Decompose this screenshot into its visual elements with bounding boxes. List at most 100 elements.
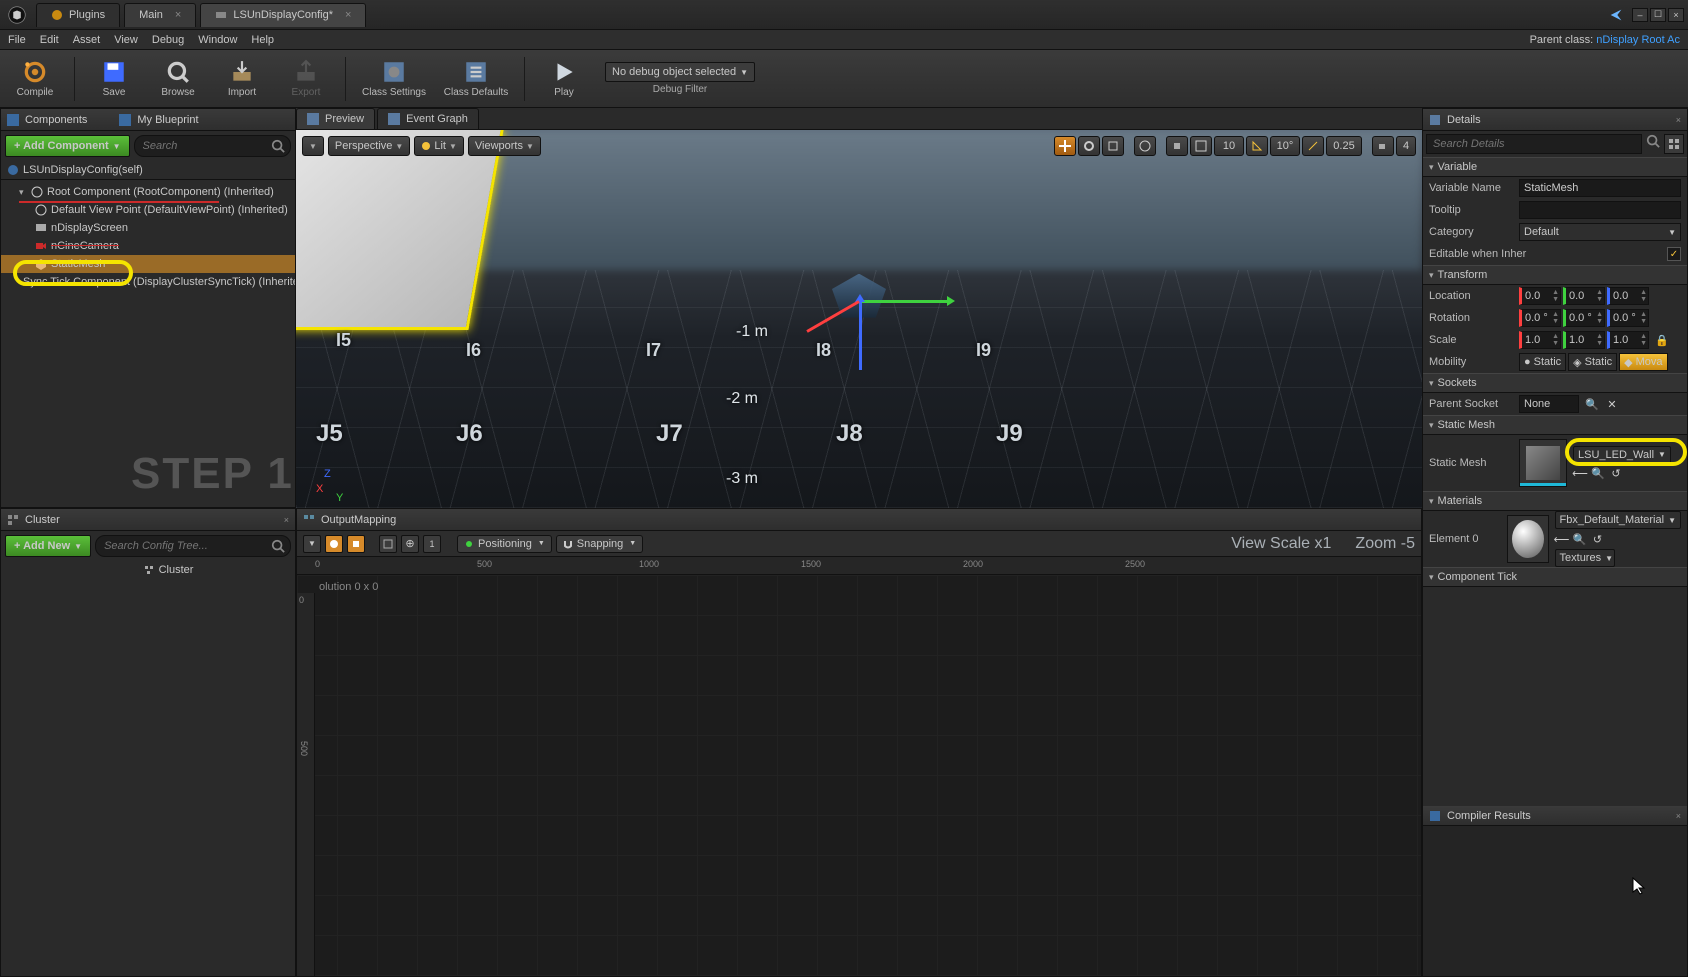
import-button[interactable]: Import	[211, 52, 273, 106]
material-asset-combo[interactable]: Fbx_Default_Material ▼	[1555, 511, 1681, 529]
menu-edit[interactable]: Edit	[40, 34, 59, 46]
preview-viewport[interactable]: I5 I6 I7 I8 I9 J5 J6 J7 J8 J9 -1 m -2 m …	[296, 130, 1422, 508]
tooltip-input[interactable]	[1519, 201, 1681, 219]
add-component-button[interactable]: + Add Component ▼	[5, 135, 130, 157]
play-button[interactable]: Play	[533, 52, 595, 106]
gizmo-z-axis[interactable]	[859, 300, 862, 370]
components-search-input[interactable]	[134, 135, 291, 157]
menu-debug[interactable]: Debug	[152, 34, 184, 46]
minimize-button[interactable]: –	[1632, 8, 1648, 22]
tree-row-root-component[interactable]: ▾ Root Component (RootComponent) (Inheri…	[1, 183, 295, 201]
parent-socket-combo[interactable]: None	[1519, 395, 1579, 413]
grid-snap-value[interactable]: 10	[1214, 136, 1244, 156]
maximize-button[interactable]: ☐	[1650, 8, 1666, 22]
menu-help[interactable]: Help	[251, 34, 274, 46]
category-transform[interactable]: ▾Transform	[1423, 265, 1687, 285]
om-grid-button[interactable]	[379, 535, 397, 553]
search-icon[interactable]: 🔍	[1585, 397, 1599, 411]
textures-combo[interactable]: Textures▼	[1555, 549, 1615, 567]
parent-class-link[interactable]: nDisplay Root Ac	[1596, 34, 1680, 46]
browse-icon[interactable]: 🔍	[1573, 532, 1587, 546]
static-mesh-asset-combo[interactable]: LSU_LED_Wall ▼	[1573, 446, 1671, 464]
doc-tab-plugins[interactable]: Plugins	[36, 3, 120, 27]
tree-row-default-viewpoint[interactable]: Default View Point (DefaultViewPoint) (I…	[1, 201, 295, 219]
tree-row-ndisplayscreen[interactable]: nDisplayScreen	[1, 219, 295, 237]
mobility-movable[interactable]: ◆Mova	[1619, 353, 1667, 371]
category-component-tick[interactable]: ▾Component Tick	[1423, 567, 1687, 587]
location-z-input[interactable]: 0.0▲▼	[1607, 287, 1649, 305]
variable-name-input[interactable]	[1519, 179, 1681, 197]
clear-icon[interactable]: ✕	[1605, 397, 1619, 411]
gizmo-x-axis[interactable]	[859, 300, 949, 303]
menu-file[interactable]: File	[8, 34, 26, 46]
scale-y-input[interactable]: 1.0▲▼	[1563, 331, 1605, 349]
om-tool1-button[interactable]	[325, 535, 343, 553]
event-graph-tab[interactable]: Event Graph	[377, 108, 479, 129]
scale-z-input[interactable]: 1.0▲▼	[1607, 331, 1649, 349]
camera-speed-button[interactable]	[1372, 136, 1394, 156]
rotation-y-input[interactable]: 0.0 °▲▼	[1563, 309, 1605, 327]
doc-tab-config[interactable]: LSUnDisplayConfig* ×	[200, 3, 366, 27]
angle-snap-value[interactable]: 10°	[1270, 136, 1300, 156]
details-search-input[interactable]	[1426, 134, 1642, 154]
close-icon[interactable]: ×	[1676, 115, 1681, 125]
rotate-mode-button[interactable]	[1078, 136, 1100, 156]
my-blueprint-tab[interactable]: My Blueprint	[137, 114, 198, 126]
local-world-button[interactable]	[1134, 136, 1156, 156]
snapping-combo[interactable]: Snapping▼	[556, 535, 643, 553]
category-materials[interactable]: ▾Materials	[1423, 491, 1687, 511]
close-icon[interactable]: ×	[175, 9, 181, 21]
close-icon[interactable]: ×	[1676, 811, 1681, 821]
surface-snap-button[interactable]	[1166, 136, 1188, 156]
angle-snap-button[interactable]	[1246, 136, 1268, 156]
scale-x-input[interactable]: 1.0▲▼	[1519, 331, 1561, 349]
translate-gizmo[interactable]	[859, 300, 861, 302]
mobility-static1[interactable]: ●Static	[1519, 353, 1566, 371]
browse-button[interactable]: Browse	[147, 52, 209, 106]
use-selected-icon[interactable]: ⟵	[1555, 532, 1569, 546]
translate-mode-button[interactable]	[1054, 136, 1076, 156]
category-sockets[interactable]: ▾Sockets	[1423, 373, 1687, 393]
lit-combo[interactable]: Lit▼	[414, 136, 464, 156]
positioning-combo[interactable]: Positioning▼	[457, 535, 552, 553]
viewports-combo[interactable]: Viewports▼	[468, 136, 541, 156]
reset-icon[interactable]: ↺	[1591, 532, 1605, 546]
tree-row-staticmesh[interactable]: StaticMesh	[1, 255, 295, 273]
preview-tab[interactable]: Preview	[296, 108, 375, 129]
om-zoomfit-button[interactable]: ⊕	[401, 535, 419, 553]
editable-checkbox[interactable]: ✓	[1667, 247, 1681, 261]
om-tool2-button[interactable]	[347, 535, 365, 553]
tree-row-ncinecamera[interactable]: nCineCamera	[1, 237, 295, 255]
send-to-icon[interactable]	[1608, 7, 1624, 23]
cluster-search-input[interactable]	[95, 535, 291, 557]
category-variable[interactable]: ▾Variable	[1423, 157, 1687, 177]
perspective-combo[interactable]: Perspective▼	[328, 136, 410, 156]
location-x-input[interactable]: 0.0▲▼	[1519, 287, 1561, 305]
compiler-results-header[interactable]: Compiler Results ×	[1423, 806, 1687, 826]
browse-icon[interactable]: 🔍	[1591, 467, 1605, 481]
output-mapping-canvas[interactable]: 0 500 olution 0 x 0	[297, 575, 1421, 976]
expand-arrow-icon[interactable]: ▾	[19, 187, 27, 198]
om-zoom1to1-button[interactable]: 1	[423, 535, 441, 553]
menu-asset[interactable]: Asset	[73, 34, 101, 46]
debug-object-combo[interactable]: No debug object selected ▼	[605, 62, 755, 82]
reset-icon[interactable]: ↺	[1609, 467, 1623, 481]
close-icon[interactable]: ×	[345, 9, 351, 21]
class-settings-button[interactable]: Class Settings	[354, 52, 434, 106]
compile-button[interactable]: Compile	[4, 52, 66, 106]
property-matrix-button[interactable]	[1664, 134, 1684, 154]
doc-tab-main[interactable]: Main ×	[124, 3, 196, 27]
close-icon[interactable]: ×	[284, 515, 289, 525]
rotation-z-input[interactable]: 0.0 °▲▼	[1607, 309, 1649, 327]
camera-speed-value[interactable]: 4	[1396, 136, 1416, 156]
tree-row-synctick[interactable]: Sync Tick Component (DisplayClusterSyncT…	[1, 273, 295, 291]
static-mesh-thumbnail[interactable]	[1519, 439, 1567, 487]
menu-window[interactable]: Window	[198, 34, 237, 46]
category-static-mesh[interactable]: ▾Static Mesh	[1423, 415, 1687, 435]
use-selected-icon[interactable]: ⟵	[1573, 467, 1587, 481]
mobility-stationary[interactable]: ◈Static	[1568, 353, 1617, 371]
om-dropdown-button[interactable]: ▼	[303, 535, 321, 553]
location-y-input[interactable]: 0.0▲▼	[1563, 287, 1605, 305]
category-combo[interactable]: Default▼	[1519, 223, 1681, 241]
material-thumbnail[interactable]	[1507, 515, 1548, 563]
